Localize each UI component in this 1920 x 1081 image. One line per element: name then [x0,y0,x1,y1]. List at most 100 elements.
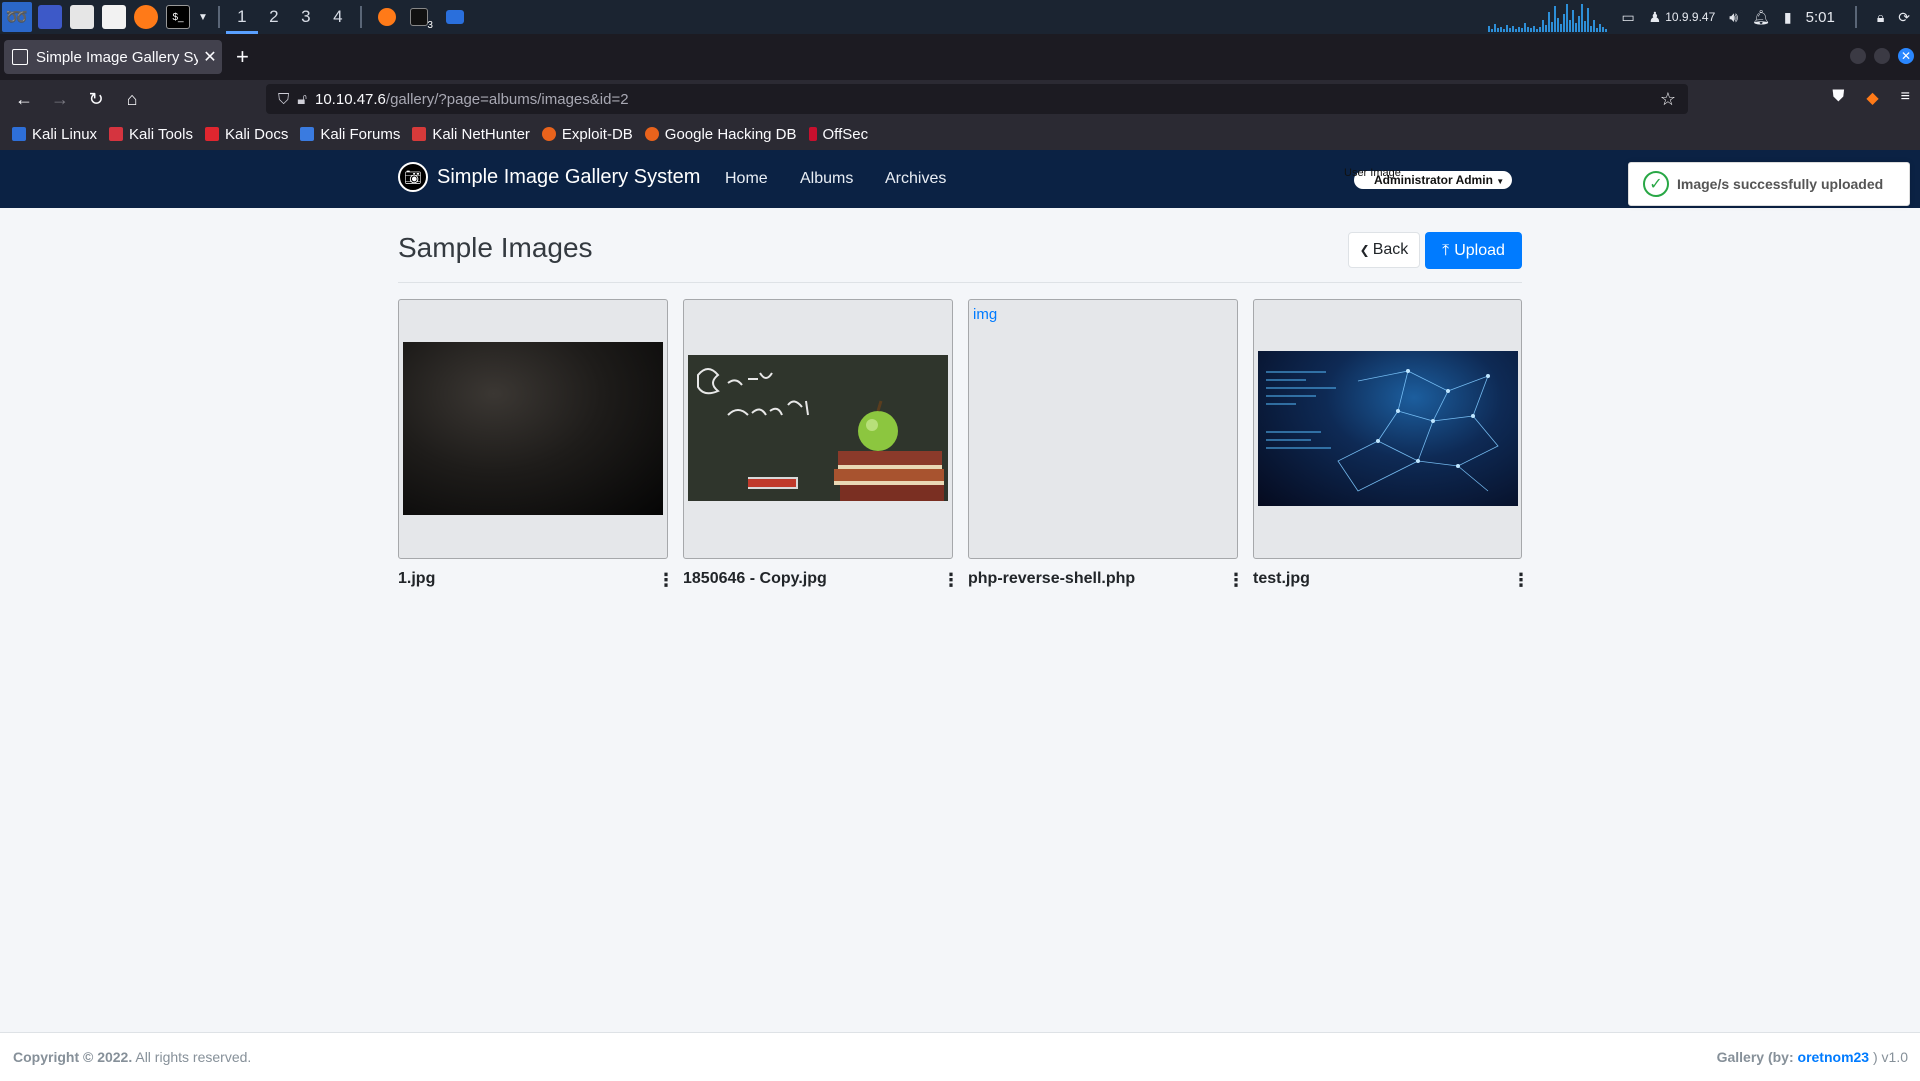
reload-icon[interactable]: ↻ [78,89,114,110]
upload-label: Upload [1454,241,1505,259]
bookmark-kali-linux[interactable]: Kali Linux [12,126,97,143]
network-graphic-image [1266,369,1499,492]
success-toast[interactable]: ✓ Image/s successfully uploaded [1628,162,1910,206]
browser-navbar: ← → ↻ ⌂ ⛉ 🔓︎ 10.10.47.6/gallery/?page=al… [0,80,1920,118]
desktop-icon[interactable] [38,5,62,29]
firefox-window-icon[interactable] [377,8,396,26]
image-card[interactable]: img [968,299,1238,559]
upload-button[interactable]: ⤒ Upload [1425,232,1522,269]
url-path: /gallery/?page=albums/images&id=2 [385,90,629,108]
lock-icon[interactable]: 🔒︎ [1877,9,1884,26]
bookmark-label: Kali Linux [32,125,98,143]
screen-icon[interactable]: ▭ [1621,9,1634,26]
battery-icon[interactable]: ▮ [1784,9,1792,26]
app-window-icon[interactable] [445,10,464,24]
bookmark-kali-forums[interactable]: Kali Forums [300,126,400,143]
taskbar-divider [217,6,220,28]
bookmark-star-icon[interactable]: ☆ [1660,89,1676,110]
close-window-button[interactable]: ✕ [1898,48,1914,64]
workspace-4[interactable]: 4 [322,0,354,34]
image-name: 1850646 - Copy.jpg [683,570,827,587]
terminal-icon[interactable]: $_ [166,5,190,29]
workspace-3[interactable]: 3 [290,0,322,34]
back-arrow-icon[interactable]: ← [6,89,42,110]
bookmark-kali-docs[interactable]: Kali Docs [204,126,288,143]
extension-fox-icon[interactable]: ◆ [1866,88,1878,108]
taskbar-divider [359,6,362,28]
divider [398,282,1522,283]
image-card[interactable] [683,299,953,559]
image-name: test.jpg [1253,570,1310,587]
kali-docs-icon [204,127,219,141]
more-options-icon[interactable]: ⋮ [1227,570,1245,591]
clock[interactable]: 5:01 [1806,9,1835,26]
back-label: Back [1372,241,1409,258]
url-bar[interactable]: ⛉ 🔓︎ 10.10.47.6/gallery/?page=albums/ima… [266,84,1688,114]
bookmark-kali-tools[interactable]: Kali Tools [109,126,193,143]
user-image-broken: User Image [1344,167,1401,179]
caret-down-icon: ▼ [1496,177,1505,186]
image-card[interactable] [398,299,668,559]
bookmark-kali-nethunter[interactable]: Kali NetHunter [412,126,530,143]
chevron-left-icon: ❮ [1359,243,1370,257]
lock-warning-icon[interactable]: 🔓︎ [297,91,307,108]
nav-home[interactable]: Home [725,170,768,188]
bookmark-exploit-db[interactable]: Exploit-DB [541,126,633,143]
browser-tab[interactable]: Simple Image Gallery Syst ✕ [4,40,222,74]
minimize-window-button[interactable] [1850,48,1866,64]
bookmark-offsec[interactable]: OffSec [808,125,869,143]
notification-bell-icon[interactable]: 🔔︎ [1752,9,1770,26]
home-icon[interactable]: ⌂ [114,89,150,110]
text-editor-icon[interactable] [102,5,126,29]
nav-albums[interactable]: Albums [800,170,853,188]
more-options-icon[interactable]: ⋮ [657,570,675,591]
camera-logo-icon[interactable]: 📷︎ [398,162,428,192]
footer-copyright: Copyright © 2022. All rights reserved. [13,1049,251,1065]
more-options-icon[interactable]: ⋮ [942,570,960,591]
ghdb-icon [644,127,659,141]
power-icon[interactable]: ⟳ [1898,9,1910,26]
volume-icon[interactable]: 🔊︎ [1729,9,1738,26]
workspace-1[interactable]: 1 [225,0,258,34]
close-tab-icon[interactable]: ✕ [198,47,222,67]
image-card[interactable] [1253,299,1522,559]
kali-tools-icon [109,127,124,141]
image-thumbnail[interactable] [688,355,948,501]
footer-credits: Gallery (by: oretnom23 ) v1.0 [1717,1049,1908,1065]
pocket-icon[interactable]: ⛊ [1832,88,1844,108]
image-name: php-reverse-shell.php [968,570,1136,587]
network-status[interactable]: ♟ 10.9.9.47 [1649,9,1716,26]
nav-archives[interactable]: Archives [885,170,946,188]
new-tab-button[interactable]: + [236,44,249,70]
author-link[interactable]: oretnom23 [1798,1049,1870,1065]
offsec-icon [808,127,817,141]
shield-icon[interactable]: ⛉ [278,91,289,108]
forward-arrow-icon[interactable]: → [42,89,78,110]
kali-menu-icon[interactable]: ➿ [2,2,32,32]
image-thumbnail[interactable] [403,342,663,515]
bookmark-label: Kali Tools [129,125,193,143]
terminal-window-icon[interactable]: 3 [409,8,433,31]
back-button[interactable]: ❮ Back [1348,232,1420,268]
file-manager-icon[interactable] [70,5,94,29]
page-footer: Copyright © 2022. All rights reserved. G… [0,1032,1920,1081]
maximize-window-button[interactable] [1874,48,1890,64]
chevron-down-icon[interactable]: ▼ [198,12,208,23]
back-to-school-image [688,355,948,501]
firefox-icon[interactable] [134,5,158,29]
bookmark-label: OffSec [822,125,869,143]
broken-image-alt[interactable]: img [973,306,997,323]
hamburger-menu-icon[interactable]: ≡ [1901,88,1910,108]
bookmark-google-hacking-db[interactable]: Google Hacking DB [644,126,797,143]
more-options-icon[interactable]: ⋮ [1512,570,1530,591]
main-content: Sample Images ❮ Back ⤒ Upload 1.jpg ⋮ 18… [0,208,1920,1032]
image-thumbnail[interactable] [1258,351,1518,506]
bookmark-label: Kali Forums [320,125,401,143]
tab-title: Simple Image Gallery Syst [36,48,198,66]
image-name: 1.jpg [398,570,436,587]
kali-forums-icon [300,127,315,141]
workspace-2[interactable]: 2 [258,0,290,34]
site-brand[interactable]: Simple Image Gallery System [437,166,700,189]
window-count-badge: 3 [427,20,433,31]
toast-message: Image/s successfully uploaded [1677,176,1884,192]
